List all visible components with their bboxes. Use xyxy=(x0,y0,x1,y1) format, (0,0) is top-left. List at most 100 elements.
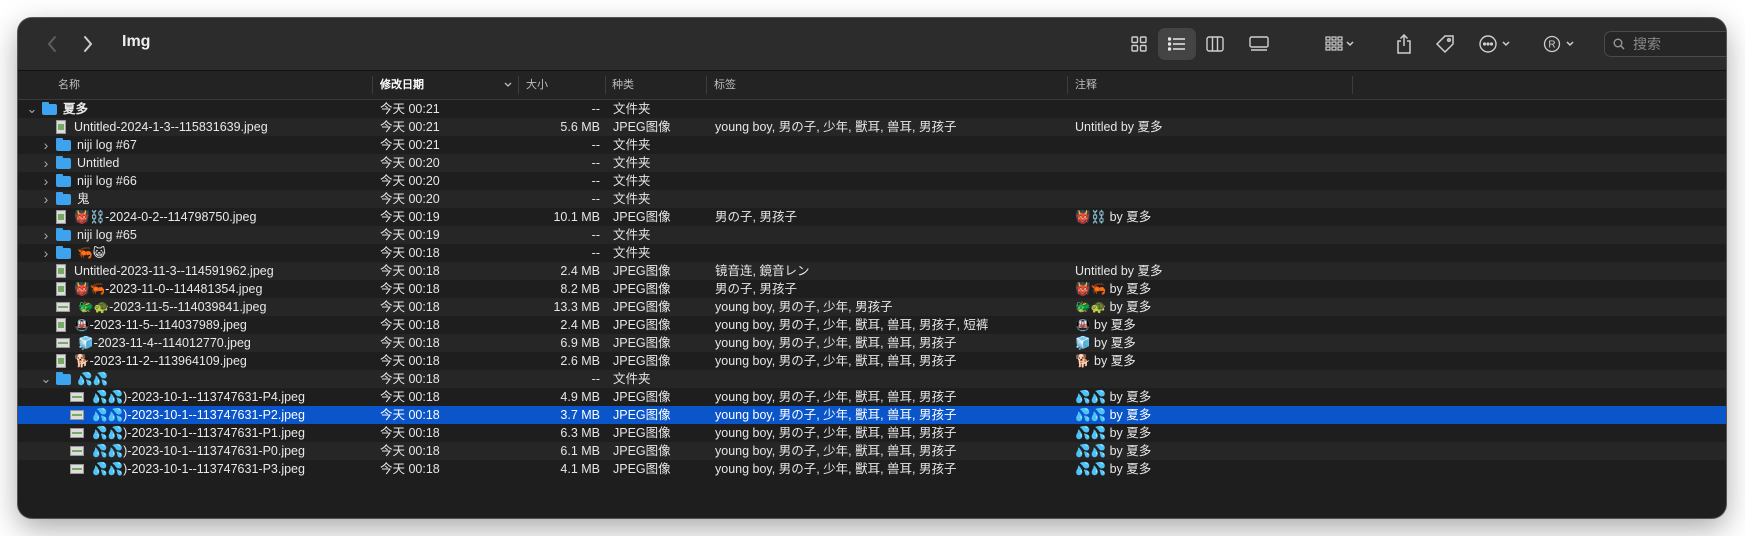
jpeg-file-icon xyxy=(56,210,66,224)
file-row[interactable]: Untitled-2024-1-3--115831639.jpeg 今天 00:2… xyxy=(18,118,1726,136)
file-name: niji log #67 xyxy=(77,138,137,152)
name-cell: 💦💦)-2023-10-1--113747631-P1.jpeg xyxy=(54,424,305,442)
folder-row[interactable]: › niji log #66 今天 00:20 -- 文件夹 xyxy=(18,172,1726,190)
column-divider[interactable] xyxy=(1067,76,1068,94)
chevron-right-icon xyxy=(84,36,93,52)
disclosure-closed-icon[interactable]: › xyxy=(40,226,52,244)
folder-icon xyxy=(56,173,71,187)
disclosure-closed-icon[interactable]: › xyxy=(40,136,52,154)
file-tags: 镜音连, 鏡音レン xyxy=(715,264,810,278)
file-row[interactable]: 🧊-2023-11-4--114012770.jpeg 今天 00:18 6.9 M… xyxy=(18,334,1726,352)
more-icon xyxy=(1479,35,1510,53)
file-row[interactable]: 🐲🐢-2023-11-5--114039841.jpeg 今天 00:18 13.3… xyxy=(18,298,1726,316)
col-size[interactable]: 大小 xyxy=(526,71,548,99)
file-row[interactable]: 💦💦)-2023-10-1--113747631-P4.jpeg 今天 00:18… xyxy=(18,388,1726,406)
file-notes xyxy=(1075,100,1375,118)
file-size: -- xyxy=(591,156,600,170)
share-button[interactable] xyxy=(1390,28,1418,60)
back-button[interactable] xyxy=(38,28,66,60)
scrollbar[interactable] xyxy=(1718,108,1724,488)
file-notes: 🐲🐢 by 夏多 xyxy=(1075,300,1152,314)
file-notes: 💦💦 by 夏多 xyxy=(1075,390,1152,404)
file-name: niji log #66 xyxy=(77,174,137,188)
search-field[interactable] xyxy=(1604,31,1726,57)
tag-button[interactable] xyxy=(1430,28,1460,60)
file-kind: 文件夹 xyxy=(613,174,651,188)
file-kind: JPEG图像 xyxy=(613,300,671,314)
disclosure-closed-icon[interactable]: › xyxy=(40,154,52,172)
col-date[interactable]: 修改日期 xyxy=(380,71,424,99)
file-size: 2.4 MB xyxy=(560,318,600,332)
group-button[interactable] xyxy=(1320,28,1360,60)
file-kind: JPEG图像 xyxy=(613,120,671,134)
column-divider[interactable] xyxy=(518,76,519,94)
file-notes xyxy=(1075,190,1375,208)
column-divider[interactable] xyxy=(1352,76,1353,94)
jpeg-file-icon xyxy=(70,410,84,420)
file-kind: JPEG图像 xyxy=(613,444,671,458)
disclosure-closed-icon[interactable]: › xyxy=(40,172,52,190)
gallery-view-button[interactable] xyxy=(1240,28,1278,60)
folder-row[interactable]: › niji log #65 今天 00:19 -- 文件夹 xyxy=(18,226,1726,244)
folder-row[interactable]: ⌄ 💦💦 今天 00:18 -- 文件夹 xyxy=(18,370,1726,388)
action-menu-button[interactable] xyxy=(1474,28,1518,60)
icon-view-button[interactable] xyxy=(1120,28,1158,60)
file-row[interactable]: Untitled-2023-11-3--114591962.jpeg 今天 00:… xyxy=(18,262,1726,280)
name-cell: 💦💦)-2023-10-1--113747631-P2.jpeg xyxy=(54,406,305,424)
file-kind: 文件夹 xyxy=(613,372,651,386)
file-kind: JPEG图像 xyxy=(613,264,671,278)
column-divider[interactable] xyxy=(605,76,606,94)
file-name: 🐲🐢-2023-11-5--114039841.jpeg xyxy=(78,300,267,314)
chevron-left-icon xyxy=(47,36,56,52)
file-row[interactable]: 💦💦)-2023-10-1--113747631-P2.jpeg 今天 00:18… xyxy=(18,406,1726,424)
folder-row[interactable]: › Untitled 今天 00:20 -- 文件夹 xyxy=(18,154,1726,172)
col-tags[interactable]: 标签 xyxy=(714,71,736,99)
jpeg-file-icon xyxy=(56,354,66,368)
file-name: 鬼 xyxy=(77,192,90,206)
file-kind: JPEG图像 xyxy=(613,354,671,368)
column-divider[interactable] xyxy=(706,76,707,94)
forward-button[interactable] xyxy=(74,28,102,60)
name-cell: 🧊-2023-11-4--114012770.jpeg xyxy=(40,334,251,352)
file-size: 10.1 MB xyxy=(553,210,600,224)
col-name[interactable]: 名称 xyxy=(58,71,80,99)
file-tags: young boy, 男の子, 少年, 男孩子 xyxy=(715,300,893,314)
extension-button[interactable]: R xyxy=(1538,28,1582,60)
file-row[interactable]: 💦💦)-2023-10-1--113747631-P0.jpeg 今天 00:18… xyxy=(18,442,1726,460)
finder-window: Img R 搜索 名称 修改日期 大小 种类 标签 注释 ⌄ 夏多 今天 00:… xyxy=(18,18,1726,518)
name-cell: › niji log #67 xyxy=(40,136,137,154)
folder-row[interactable]: › 鬼今天 00:20 -- 文件夹 xyxy=(18,190,1726,208)
name-cell: 🐕-2023-11-2--113964109.jpeg xyxy=(40,352,247,370)
file-row[interactable]: 👹🦐-2023-11-0--114481354.jpeg 今天 00:18 8.2 … xyxy=(18,280,1726,298)
disclosure-open-icon[interactable]: ⌄ xyxy=(26,102,38,115)
file-row[interactable]: 💦💦)-2023-10-1--113747631-P3.jpeg 今天 00:18… xyxy=(18,460,1726,478)
name-cell: 💦💦)-2023-10-1--113747631-P4.jpeg xyxy=(54,388,305,406)
folder-icon xyxy=(56,227,71,241)
list-view-button[interactable] xyxy=(1158,28,1196,60)
file-row[interactable]: 🚇-2023-11-5--114037989.jpeg 今天 00:18 2.4 M… xyxy=(18,316,1726,334)
search-icon xyxy=(1613,38,1625,50)
col-notes[interactable]: 注释 xyxy=(1075,71,1097,99)
column-view-button[interactable] xyxy=(1196,28,1234,60)
disclosure-closed-icon[interactable]: › xyxy=(40,190,52,208)
file-notes xyxy=(1075,226,1375,244)
file-size: 5.6 MB xyxy=(560,120,600,134)
file-tags: young boy, 男の子, 少年, 獸耳, 兽耳, 男孩子 xyxy=(715,426,957,440)
disclosure-closed-icon[interactable]: › xyxy=(40,244,52,262)
sort-chevron-down-icon[interactable] xyxy=(503,71,513,99)
folder-row[interactable]: ⌄ 夏多 今天 00:21 -- 文件夹 xyxy=(18,100,1726,118)
column-divider[interactable] xyxy=(372,76,373,94)
folder-row[interactable]: › 🦐😺 今天 00:18 -- 文件夹 xyxy=(18,244,1726,262)
col-kind[interactable]: 种类 xyxy=(612,71,634,99)
file-size: -- xyxy=(591,174,600,188)
folder-icon xyxy=(56,137,71,151)
file-row[interactable]: 💦💦)-2023-10-1--113747631-P1.jpeg 今天 00:18… xyxy=(18,424,1726,442)
file-row[interactable]: 👹⛓️-2024-0-2--114798750.jpeg 今天 00:19 10.1… xyxy=(18,208,1726,226)
file-kind: 文件夹 xyxy=(613,228,651,242)
folder-row[interactable]: › niji log #67 今天 00:21 -- 文件夹 xyxy=(18,136,1726,154)
file-notes: 💦💦 by 夏多 xyxy=(1075,426,1152,440)
file-tags: young boy, 男の子, 少年, 獸耳, 兽耳, 男孩子 xyxy=(715,120,957,134)
search-input[interactable] xyxy=(1631,35,1726,53)
file-row[interactable]: 🐕-2023-11-2--113964109.jpeg 今天 00:18 2.6 M… xyxy=(18,352,1726,370)
disclosure-open-icon[interactable]: ⌄ xyxy=(40,372,52,385)
